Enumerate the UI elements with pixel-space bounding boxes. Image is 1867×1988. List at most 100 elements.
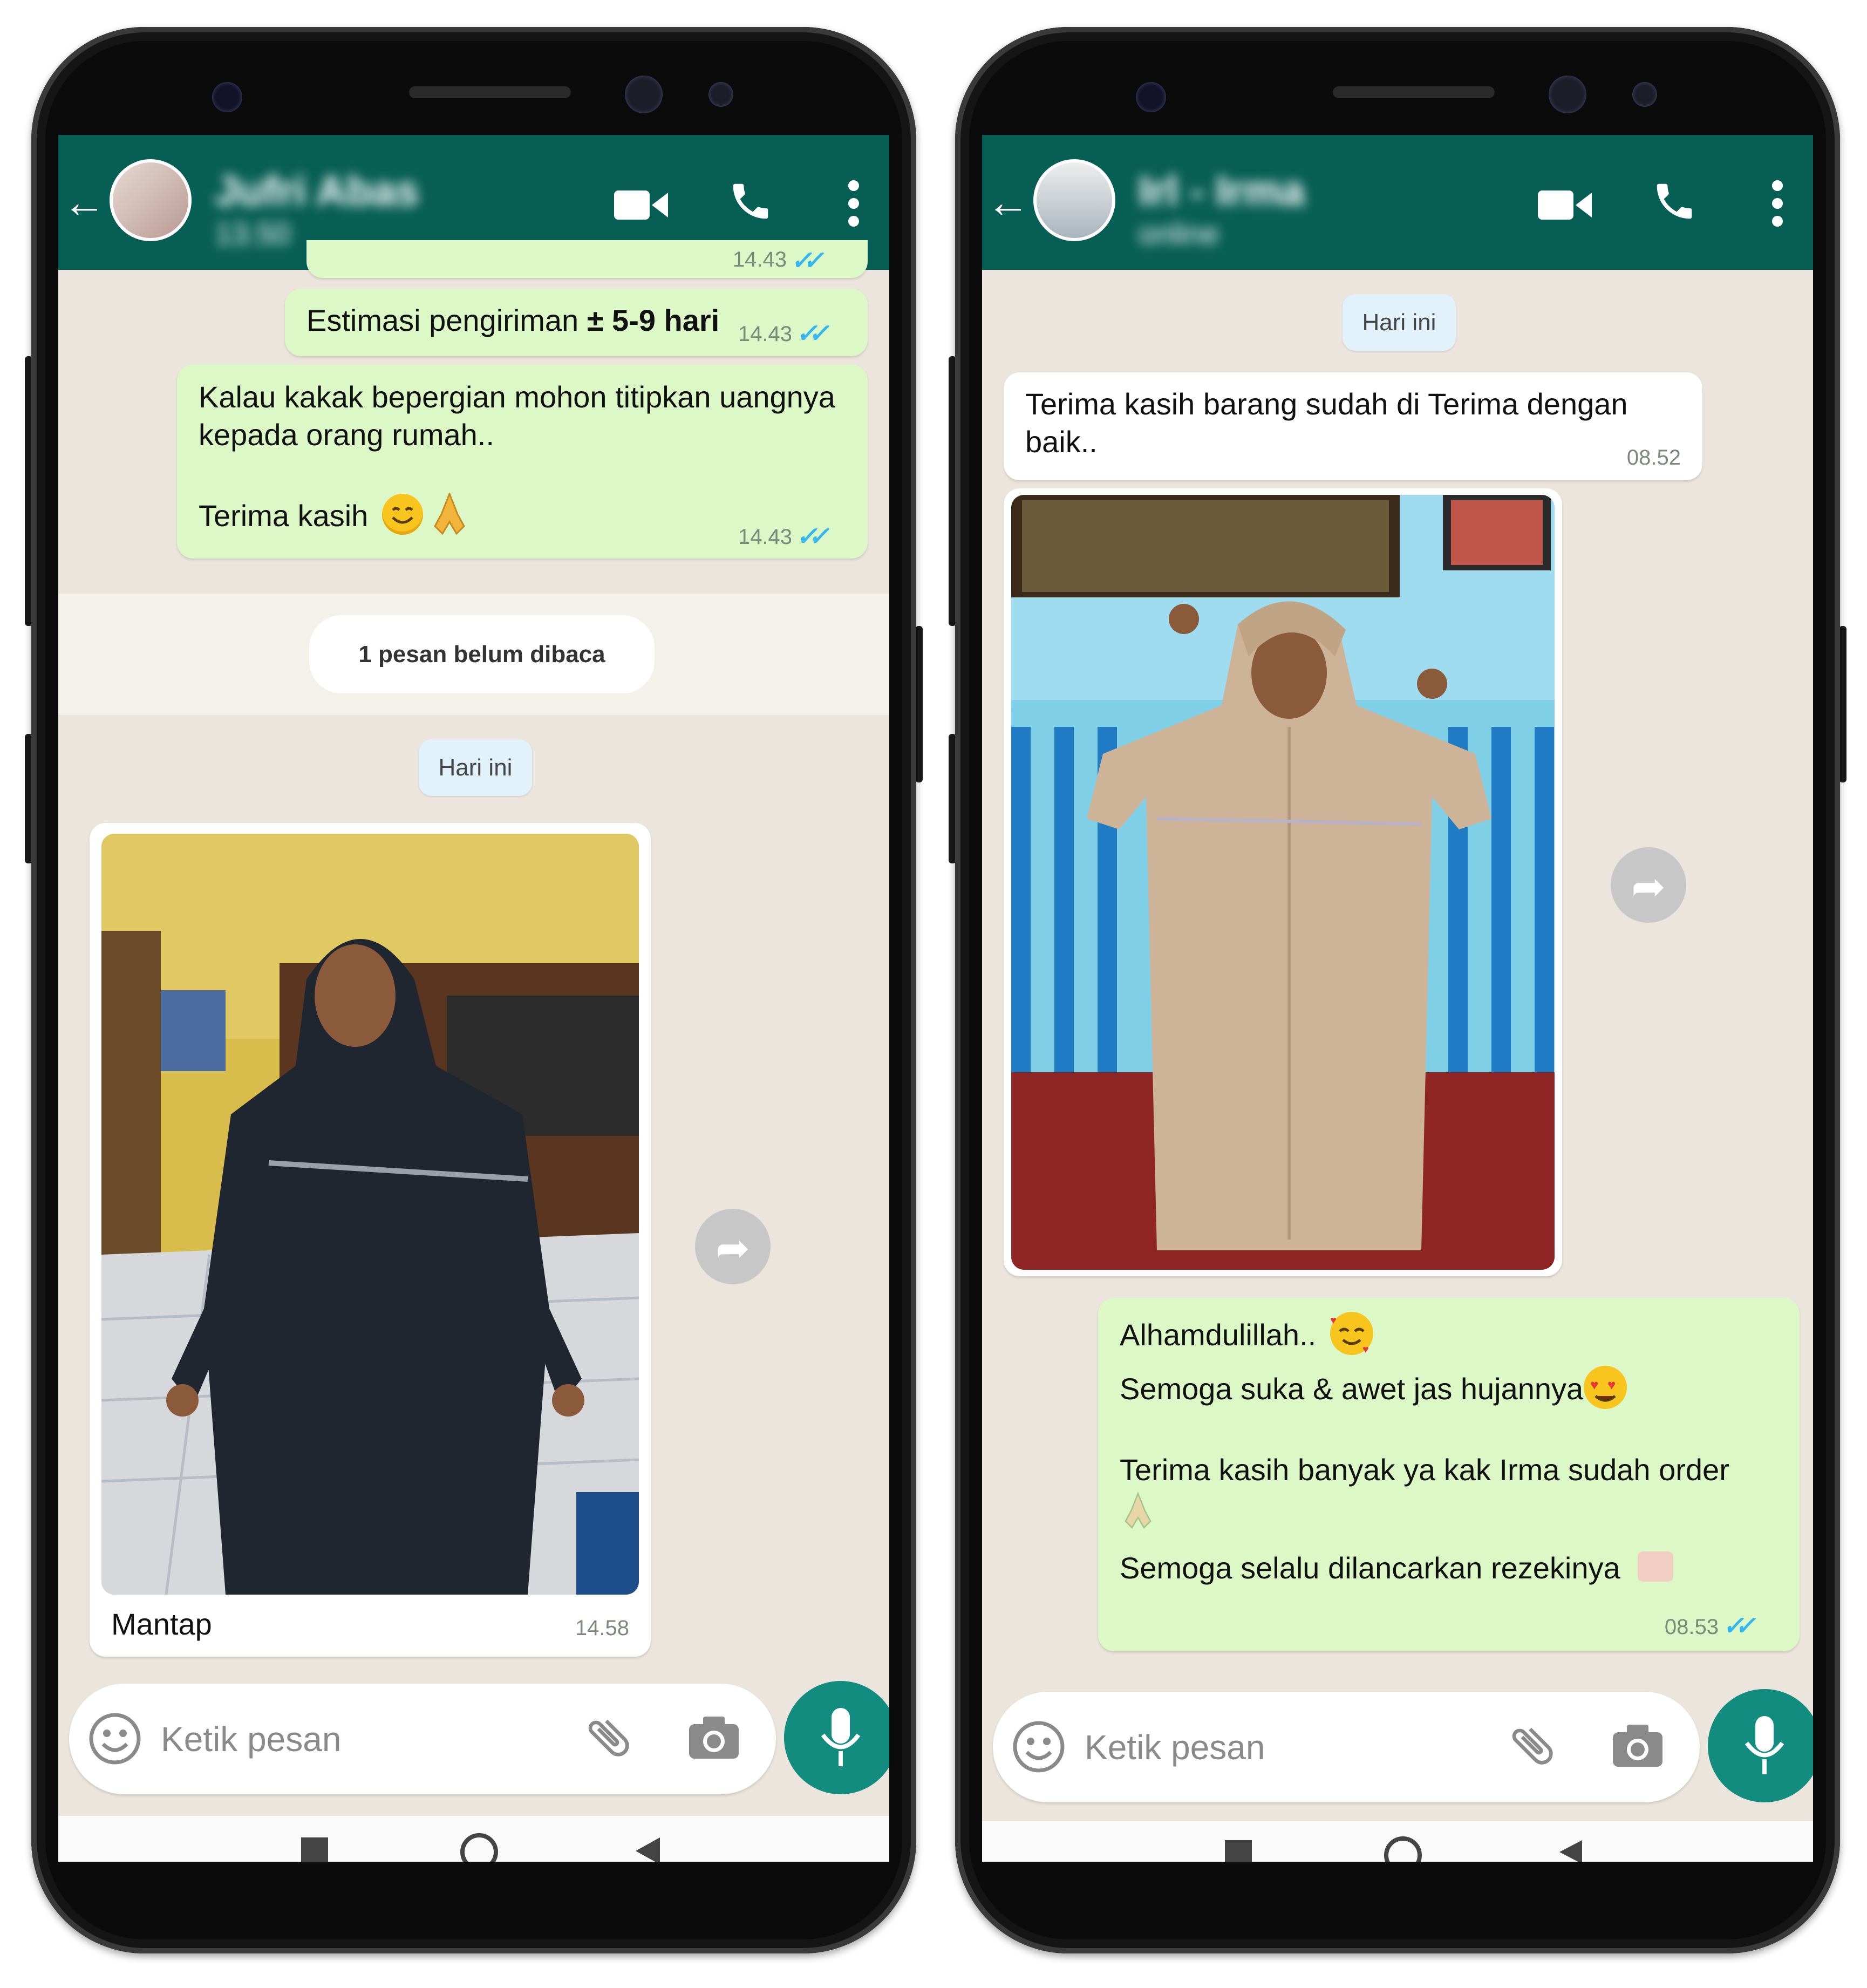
more-vert-icon[interactable] bbox=[1771, 179, 1784, 230]
message-bubble[interactable]: Terima kasih barang sudah di Terima deng… bbox=[1004, 372, 1702, 480]
back-button[interactable] bbox=[636, 1837, 660, 1862]
avatar[interactable] bbox=[110, 159, 192, 241]
message-line: baik.. bbox=[1025, 425, 1098, 459]
message-time: 08.53 bbox=[1664, 1615, 1719, 1639]
phone-side-button bbox=[1839, 626, 1846, 782]
phone-icon[interactable] bbox=[727, 178, 774, 227]
message-time: 14.43 bbox=[732, 248, 787, 271]
home-button[interactable] bbox=[460, 1833, 498, 1862]
video-call-icon[interactable] bbox=[614, 186, 668, 227]
message-text-plain: Estimasi pengiriman bbox=[306, 303, 587, 337]
chat-photo[interactable] bbox=[1011, 495, 1555, 1270]
camera-icon[interactable] bbox=[1611, 1721, 1665, 1773]
recents-button[interactable] bbox=[301, 1837, 328, 1862]
back-arrow-icon[interactable]: ← bbox=[63, 181, 106, 224]
contact-name[interactable]: Jufri Abas bbox=[215, 166, 419, 215]
avatar[interactable] bbox=[1033, 159, 1115, 241]
date-chip: Hari ini bbox=[1343, 294, 1456, 351]
date-chip: Hari ini bbox=[419, 739, 532, 796]
system-navbar bbox=[982, 1821, 1813, 1862]
sensor bbox=[212, 82, 242, 112]
read-ticks-icon: ✓✓ bbox=[1721, 1612, 1752, 1640]
read-ticks-icon: ✓✓ bbox=[789, 247, 820, 275]
recents-button[interactable] bbox=[1225, 1840, 1252, 1862]
message-line: kepada orang rumah.. bbox=[199, 418, 494, 452]
message-text-bold: ± 5-9 hari bbox=[587, 303, 720, 337]
earpiece bbox=[409, 86, 571, 98]
pray-emoji-icon bbox=[1638, 1551, 1673, 1582]
chat-screen: ← Irl - Irma online Hari ini Terima kasi… bbox=[982, 135, 1813, 1862]
message-line: Terima kasih banyak ya kak Irma sudah or… bbox=[1120, 1453, 1729, 1487]
back-arrow-icon[interactable]: ← bbox=[986, 181, 1030, 224]
message-input-bar[interactable]: Ketik pesan bbox=[993, 1692, 1700, 1802]
front-camera bbox=[1549, 76, 1586, 113]
video-call-icon[interactable] bbox=[1538, 186, 1592, 227]
pray-emoji-icon bbox=[1122, 1491, 1154, 1534]
mic-button[interactable] bbox=[784, 1681, 889, 1794]
message-input-bar[interactable]: Ketik pesan bbox=[69, 1684, 776, 1794]
sensor bbox=[1632, 82, 1657, 107]
message-text: Estimasi pengiriman ± 5-9 hari bbox=[306, 302, 719, 339]
mic-button[interactable] bbox=[1708, 1689, 1813, 1802]
message-line: Alhamdulillah.. bbox=[1120, 1318, 1317, 1352]
forward-icon: ➦ bbox=[1631, 864, 1666, 910]
more-vert-icon[interactable] bbox=[847, 179, 860, 230]
front-camera bbox=[625, 76, 663, 113]
emoji-icon[interactable] bbox=[88, 1712, 142, 1768]
camera-icon[interactable] bbox=[687, 1713, 741, 1765]
microphone-icon bbox=[821, 1708, 861, 1766]
forward-button[interactable]: ➦ bbox=[1611, 847, 1686, 923]
message-time: 08.52 bbox=[1626, 446, 1681, 469]
chat-header: ← Irl - Irma online bbox=[982, 135, 1813, 270]
forward-button[interactable]: ➦ bbox=[695, 1209, 771, 1284]
message-bubble[interactable]: Kalau kakak bepergian mohon titipkan uan… bbox=[177, 364, 868, 559]
svg-text:♥: ♥ bbox=[1330, 1315, 1337, 1326]
home-button[interactable] bbox=[1384, 1836, 1422, 1862]
image-message-bubble[interactable] bbox=[1004, 488, 1562, 1276]
image-message-bubble[interactable]: Mantap 14.58 bbox=[90, 823, 651, 1657]
forward-icon: ➦ bbox=[716, 1226, 750, 1271]
message-line: Semoga suka & awet jas hujannya bbox=[1120, 1372, 1584, 1406]
contact-status: 13.50 bbox=[215, 216, 291, 250]
phone-side-button bbox=[915, 626, 923, 782]
chat-photo[interactable] bbox=[101, 834, 639, 1595]
back-button[interactable] bbox=[1559, 1840, 1582, 1862]
microphone-icon bbox=[1745, 1716, 1784, 1774]
unread-count-label: 1 pesan belum dibaca bbox=[309, 615, 655, 693]
contact-status: online bbox=[1139, 216, 1219, 250]
message-time: 14.43 bbox=[738, 525, 792, 549]
system-navbar bbox=[58, 1816, 889, 1862]
message-time: 14.58 bbox=[575, 1616, 629, 1640]
unread-banner: 1 pesan belum dibaca bbox=[58, 594, 889, 715]
chat-screen: ← Jufri Abas 13.50 14.43 ✓✓ Estimasi pen… bbox=[58, 135, 889, 1862]
message-line: Terima kasih bbox=[199, 499, 369, 533]
message-line: Terima kasih barang sudah di Terima deng… bbox=[1025, 387, 1628, 421]
paperclip-icon[interactable] bbox=[582, 1711, 636, 1767]
sensor bbox=[708, 82, 733, 107]
read-ticks-icon: ✓✓ bbox=[794, 319, 825, 348]
message-input-placeholder[interactable]: Ketik pesan bbox=[161, 1719, 341, 1759]
earpiece bbox=[1333, 86, 1495, 98]
svg-text:♥: ♥ bbox=[1607, 1377, 1616, 1393]
message-bubble[interactable]: Estimasi pengiriman ± 5-9 hari 14.43 ✓✓ bbox=[285, 289, 868, 356]
phone-left: ← Jufri Abas 13.50 14.43 ✓✓ Estimasi pen… bbox=[25, 27, 923, 1953]
emoji-icon[interactable] bbox=[1012, 1720, 1066, 1776]
message-line: Semoga selalu dilancarkan rezekinya bbox=[1120, 1551, 1620, 1585]
smile-emoji-icon bbox=[382, 494, 423, 535]
smiling-hearts-emoji-icon: ♥ ♥ bbox=[1330, 1312, 1373, 1356]
paperclip-icon[interactable] bbox=[1505, 1719, 1559, 1775]
message-bubble-partial[interactable]: 14.43 ✓✓ bbox=[306, 240, 868, 278]
phone-icon[interactable] bbox=[1651, 178, 1698, 227]
svg-text:♥: ♥ bbox=[1362, 1344, 1369, 1355]
svg-text:♥: ♥ bbox=[1590, 1377, 1598, 1393]
message-line: Kalau kakak bepergian mohon titipkan uan… bbox=[199, 380, 835, 414]
read-ticks-icon: ✓✓ bbox=[794, 522, 825, 551]
sensor bbox=[1136, 82, 1166, 112]
pray-emoji-icon bbox=[431, 491, 468, 539]
phone-right: ← Irl - Irma online Hari ini Terima kasi… bbox=[949, 27, 1846, 1953]
message-bubble[interactable]: Alhamdulillah.. ♥ ♥ Semoga suka & awet ja… bbox=[1098, 1298, 1800, 1651]
heart-eyes-emoji-icon: ♥ ♥ bbox=[1584, 1366, 1627, 1409]
message-input-placeholder[interactable]: Ketik pesan bbox=[1085, 1727, 1265, 1767]
contact-name[interactable]: Irl - Irma bbox=[1139, 166, 1305, 215]
image-caption: Mantap bbox=[111, 1607, 212, 1641]
